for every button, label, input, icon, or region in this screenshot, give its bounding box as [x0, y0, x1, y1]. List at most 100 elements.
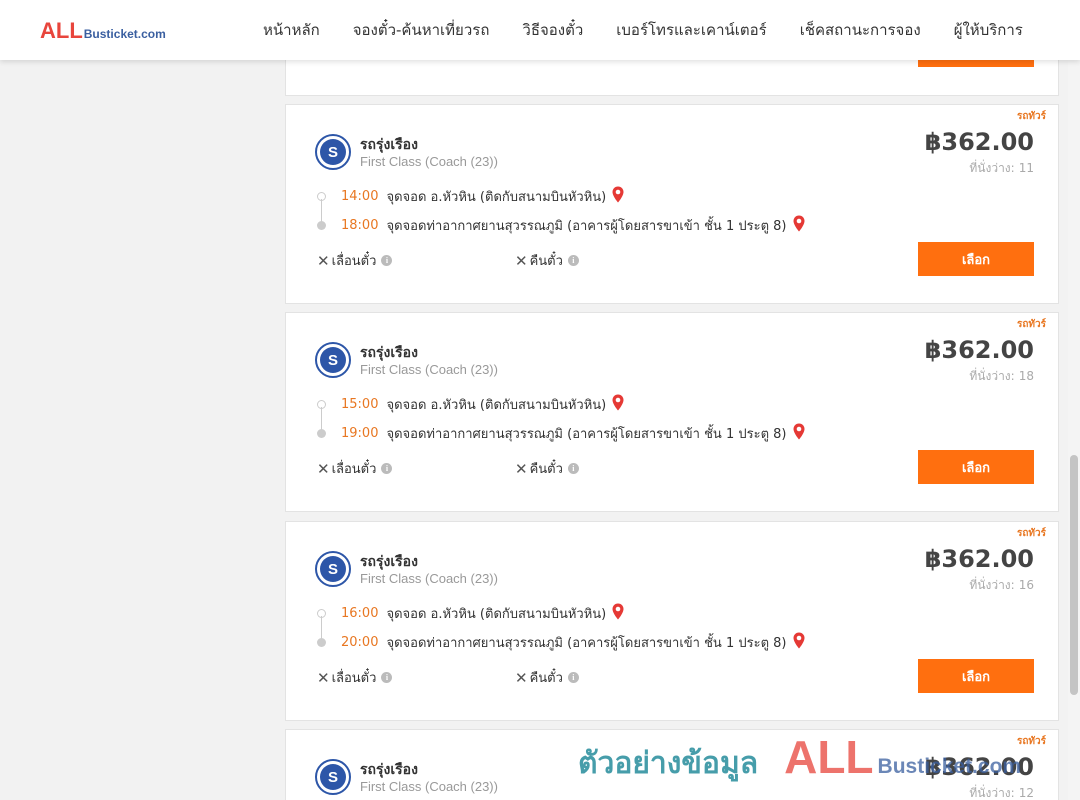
arrival-time: 20:00 [341, 635, 379, 650]
operator-name: รถรุ่งเรือง [360, 345, 418, 361]
operator-logo-letter: S [320, 139, 346, 165]
seats-count: 12 [1018, 786, 1034, 800]
timeline-line [321, 199, 322, 223]
seats-label: ที่นั่งว่าง: [969, 369, 1015, 383]
policy-change-label: เลื่อนตั๋ว [331, 254, 377, 269]
policy-change-ticket: ✕ เลื่อนตั๋ว i [317, 458, 393, 479]
operator-name: รถรุ่งเรือง [360, 762, 418, 778]
scrollbar-thumb[interactable] [1070, 455, 1078, 695]
policy-refund-label: คืนตั๋ว [529, 254, 563, 269]
map-pin-icon[interactable] [793, 215, 805, 236]
policy-refund-ticket: ✕ คืนตั๋ว i [515, 667, 579, 688]
departure-place: จุดจอด อ.หัวหิน (ติดกับสนามบินหัวหิน) [386, 398, 607, 413]
bus-type-tag: รถทัวร์ [1016, 736, 1046, 747]
menu-item-how-to-book[interactable]: วิธีจองตั๋ว [522, 18, 583, 42]
select-button[interactable]: เลือก [918, 242, 1034, 276]
policy-refund-ticket: ✕ คืนตั๋ว i [515, 458, 579, 479]
operator-logo: S [315, 342, 351, 378]
site-logo[interactable]: ALL Busticket.com [40, 18, 166, 44]
operator-logo-letter: S [320, 347, 346, 373]
menu-item-book-search[interactable]: จองตั๋ว-ค้นหาเที่ยวรถ [353, 18, 490, 42]
seats-label: ที่นั่งว่าง: [969, 786, 1015, 800]
timeline-line [321, 407, 322, 431]
trip-card: รถทัวร์ S รถรุ่งเรือง First Class (Coach… [285, 312, 1059, 512]
trip-card: รถทัวร์ S รถรุ่งเรือง First Class (Coach… [285, 521, 1059, 721]
seats-count: 18 [1018, 369, 1034, 383]
arrival-place: จุดจอดท่าอากาศยานสุวรรณภูมิ (อาคารผู้โดย… [386, 219, 787, 234]
arrival-time: 19:00 [341, 426, 379, 441]
ticket-price: ฿362.00 [924, 753, 1034, 781]
map-pin-icon[interactable] [612, 186, 624, 207]
menu-item-operators[interactable]: ผู้ให้บริการ [954, 18, 1023, 42]
seats-count: 11 [1018, 161, 1034, 175]
close-icon: ✕ [515, 668, 528, 687]
policy-refund-ticket: ✕ คืนตั๋ว i [515, 250, 579, 271]
arrival-stop: 19:00 จุดจอดท่าอากาศยานสุวรรณภูมิ (อาคาร… [341, 423, 805, 444]
menu-item-check-booking[interactable]: เช็คสถานะการจอง [800, 18, 921, 42]
close-icon: ✕ [515, 459, 528, 478]
departure-stop: 16:00 จุดจอด อ.หัวหิน (ติดกับสนามบินหัวห… [341, 603, 624, 624]
seats-available: ที่นั่งว่าง: 16 [969, 576, 1034, 595]
operator-logo-letter: S [320, 556, 346, 582]
info-icon[interactable]: i [381, 672, 393, 683]
departure-stop: 15:00 จุดจอด อ.หัวหิน (ติดกับสนามบินหัวห… [341, 394, 624, 415]
map-pin-icon[interactable] [612, 603, 624, 624]
info-icon[interactable]: i [381, 255, 393, 266]
policy-refund-label: คืนตั๋ว [529, 462, 563, 477]
policy-change-ticket: ✕ เลื่อนตั๋ว i [317, 667, 393, 688]
logo-all-text: ALL [40, 18, 83, 43]
map-pin-icon[interactable] [793, 632, 805, 653]
departure-stop: 14:00 จุดจอด อ.หัวหิน (ติดกับสนามบินหัวห… [341, 186, 624, 207]
select-button[interactable]: เลือก [918, 450, 1034, 484]
arrival-time: 18:00 [341, 218, 379, 233]
policy-change-label: เลื่อนตั๋ว [331, 462, 377, 477]
bus-class: First Class (Coach (23)) [360, 154, 498, 169]
bus-type-tag: รถทัวร์ [1016, 319, 1046, 330]
departure-time: 14:00 [341, 189, 379, 204]
info-icon[interactable]: i [567, 672, 579, 683]
main-menu: หน้าหลัก จองตั๋ว-ค้นหาเที่ยวรถ วิธีจองตั… [263, 0, 1023, 60]
top-navigation: ALL Busticket.com หน้าหลัก จองตั๋ว-ค้นหา… [0, 0, 1080, 60]
policy-refund-label: คืนตั๋ว [529, 671, 563, 686]
close-icon: ✕ [317, 668, 330, 687]
seats-count: 16 [1018, 578, 1034, 592]
seats-available: ที่นั่งว่าง: 18 [969, 367, 1034, 386]
departure-place: จุดจอด อ.หัวหิน (ติดกับสนามบินหัวหิน) [386, 607, 607, 622]
seats-label: ที่นั่งว่าง: [969, 578, 1015, 592]
page-scrollbar[interactable] [1068, 60, 1080, 800]
departure-place: จุดจอด อ.หัวหิน (ติดกับสนามบินหัวหิน) [386, 190, 607, 205]
bus-class: First Class (Coach (23)) [360, 779, 498, 794]
operator-logo-letter: S [320, 764, 346, 790]
menu-item-contacts-counters[interactable]: เบอร์โทรและเคาน์เตอร์ [616, 18, 766, 42]
info-icon[interactable]: i [567, 255, 579, 266]
trip-card: รถทัวร์ S รถรุ่งเรือง First Class (Coach… [285, 729, 1059, 800]
trip-card: รถทัวร์ S รถรุ่งเรือง First Class (Coach… [285, 104, 1059, 304]
info-icon[interactable]: i [567, 463, 579, 474]
departure-time: 16:00 [341, 606, 379, 621]
operator-name: รถรุ่งเรือง [360, 137, 418, 153]
operator-logo: S [315, 134, 351, 170]
arrival-dot [317, 221, 326, 230]
map-pin-icon[interactable] [793, 423, 805, 444]
map-pin-icon[interactable] [612, 394, 624, 415]
ticket-price: ฿362.00 [924, 128, 1034, 156]
arrival-dot [317, 429, 326, 438]
select-button[interactable]: เลือก [918, 659, 1034, 693]
menu-item-home[interactable]: หน้าหลัก [263, 18, 320, 42]
timeline-line [321, 616, 322, 640]
close-icon: ✕ [317, 251, 330, 270]
departure-time: 15:00 [341, 397, 379, 412]
logo-busticket-text: Busticket.com [83, 27, 166, 41]
arrival-stop: 18:00 จุดจอดท่าอากาศยานสุวรรณภูมิ (อาคาร… [341, 215, 805, 236]
arrival-stop: 20:00 จุดจอดท่าอากาศยานสุวรรณภูมิ (อาคาร… [341, 632, 805, 653]
ticket-price: ฿362.00 [924, 545, 1034, 573]
operator-name: รถรุ่งเรือง [360, 554, 418, 570]
seats-available: ที่นั่งว่าง: 12 [969, 784, 1034, 800]
info-icon[interactable]: i [381, 463, 393, 474]
close-icon: ✕ [515, 251, 528, 270]
bus-type-tag: รถทัวร์ [1016, 528, 1046, 539]
operator-logo: S [315, 551, 351, 587]
close-icon: ✕ [317, 459, 330, 478]
seats-available: ที่นั่งว่าง: 11 [969, 159, 1034, 178]
arrival-dot [317, 638, 326, 647]
